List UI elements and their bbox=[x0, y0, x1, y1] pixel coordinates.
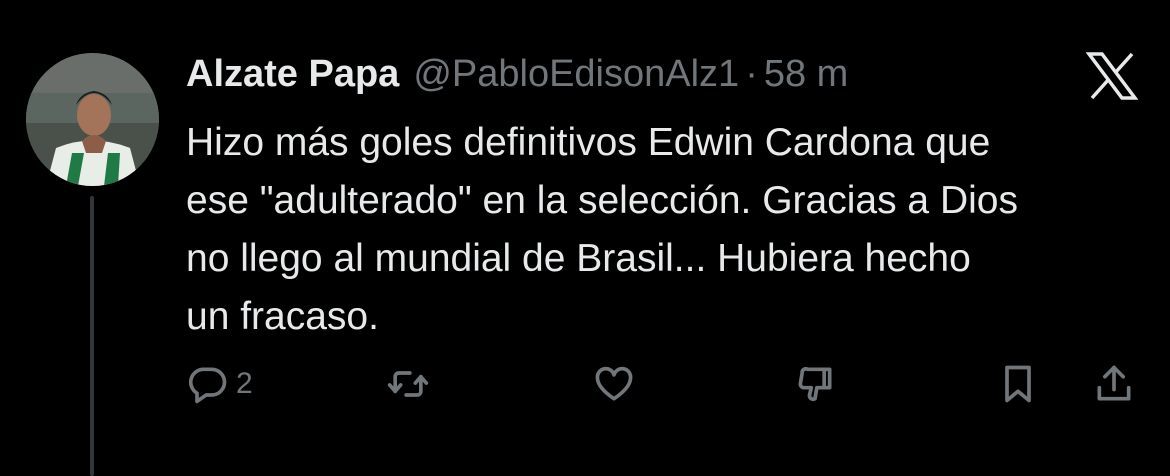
bookmark-icon bbox=[1005, 365, 1031, 403]
x-logo-icon bbox=[1085, 52, 1139, 100]
reply-count: 2 bbox=[236, 367, 253, 400]
share-icon bbox=[1097, 365, 1131, 401]
separator-dot: · bbox=[745, 53, 758, 95]
like-button[interactable] bbox=[592, 356, 636, 412]
tweet-text: Hizo más goles definitivos Edwin Cardona… bbox=[186, 121, 1018, 338]
author-name[interactable]: Alzate Papa bbox=[186, 52, 399, 96]
downvote-icon bbox=[798, 367, 832, 401]
reply-button[interactable]: 2 bbox=[186, 356, 253, 412]
heart-icon bbox=[595, 366, 633, 401]
avatar-image bbox=[26, 53, 159, 186]
action-bar: 2 bbox=[0, 356, 1170, 412]
reply-icon bbox=[188, 367, 227, 404]
thread-line bbox=[90, 196, 94, 476]
bookmark-button[interactable] bbox=[996, 356, 1040, 412]
author-handle[interactable]: @PabloEdisonAlz1 bbox=[413, 52, 739, 96]
tweet-header: Alzate Papa @PabloEdisonAlz1 · 58 m bbox=[186, 52, 848, 96]
tweet-card[interactable]: Alzate Papa @PabloEdisonAlz1 · 58 m Hizo… bbox=[0, 0, 1170, 476]
repost-button[interactable] bbox=[386, 356, 430, 412]
share-button[interactable] bbox=[1092, 356, 1136, 412]
repost-icon bbox=[387, 371, 429, 397]
timestamp[interactable]: 58 m bbox=[764, 52, 848, 96]
avatar[interactable] bbox=[26, 53, 159, 186]
dislike-button[interactable] bbox=[793, 356, 837, 412]
